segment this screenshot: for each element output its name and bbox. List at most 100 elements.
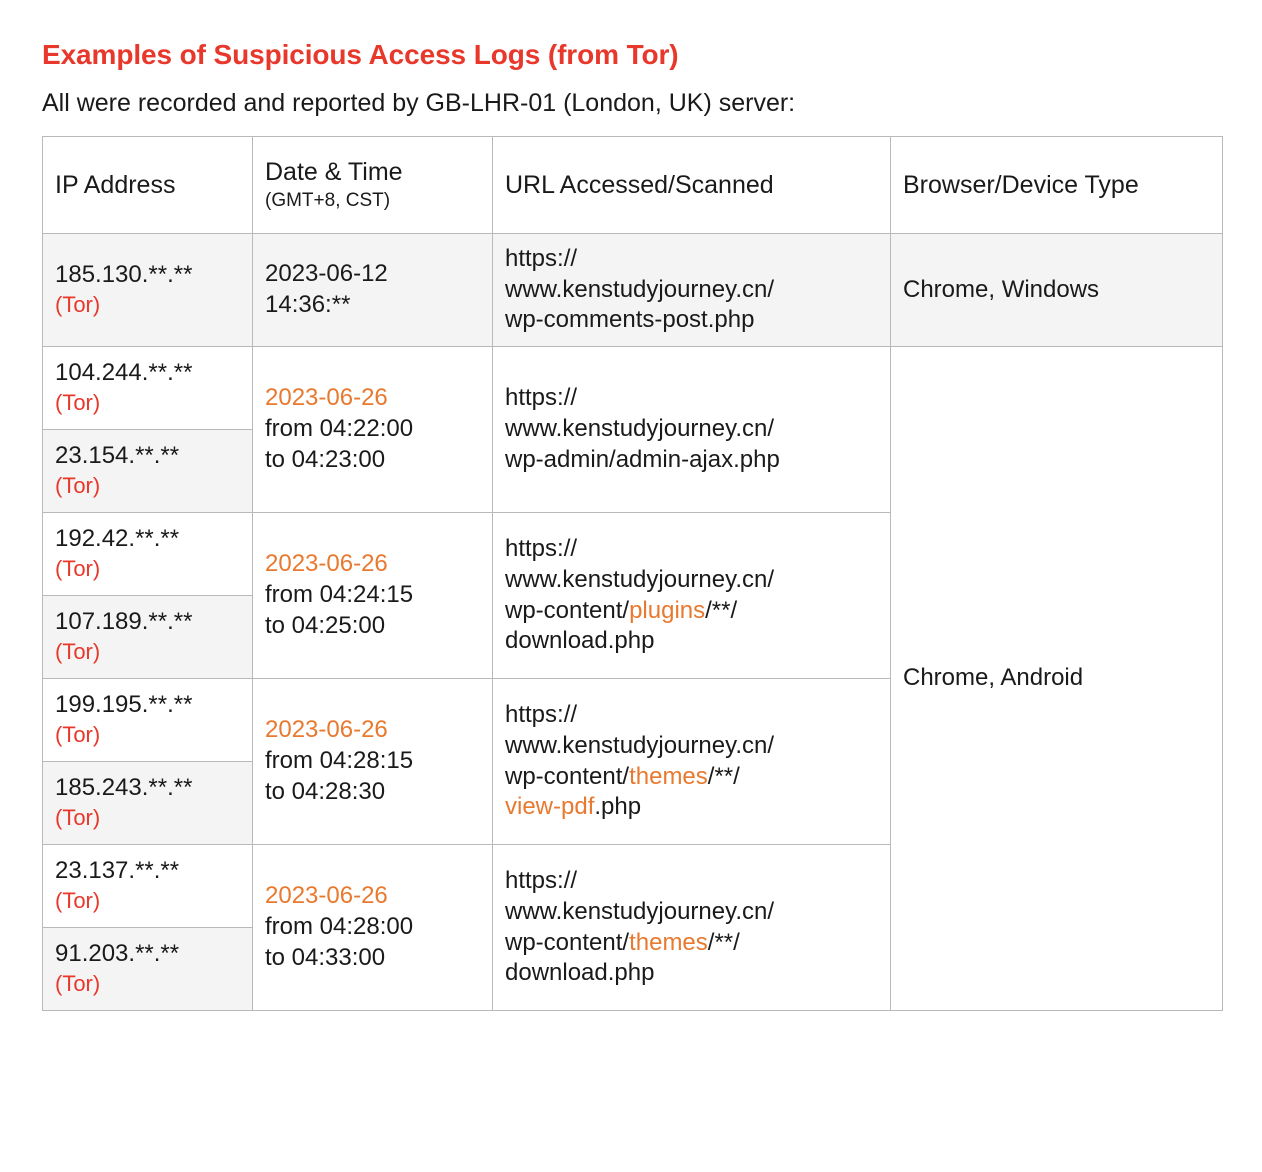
time-value: to 04:33:00: [265, 943, 386, 971]
cell-device-type: Chrome, Windows: [890, 232, 1223, 348]
url-line: wp-content/themes/**/: [505, 928, 878, 959]
tor-badge: (Tor): [55, 888, 101, 914]
url-segment: https://: [505, 244, 578, 272]
time-value: from 04:24:15: [265, 581, 414, 609]
cell-date-time: 2023-06-26 from 04:22:00 to 04:23:00: [252, 346, 493, 513]
cell-ip-address: 107.189.**.** (Tor): [42, 595, 253, 679]
url-segment: download.php: [505, 959, 655, 987]
tor-badge: (Tor): [55, 722, 101, 748]
table-header: IP Address Date & Time (GMT+8, CST) URL …: [42, 135, 1223, 234]
url-segment: .php: [594, 793, 642, 821]
url-line: https://: [505, 700, 878, 731]
tor-badge: (Tor): [55, 473, 101, 499]
url-line: www.kenstudyjourney.cn/: [505, 731, 878, 762]
url-segment: www.kenstudyjourney.cn/: [505, 415, 775, 443]
time-value: to 04:23:00: [265, 445, 386, 473]
url-line: https://: [505, 244, 878, 275]
cell-ip-address: 199.195.**.** (Tor): [42, 678, 253, 762]
url-line: www.kenstudyjourney.cn/: [505, 565, 878, 596]
date-value: 2023-06-26: [265, 550, 388, 578]
url-segment: https://: [505, 867, 578, 895]
url-line: download.php: [505, 958, 878, 989]
ip-address-value: 192.42.**.**: [55, 525, 180, 553]
device-type-value: Chrome, Windows: [903, 275, 1100, 303]
table-row: 185.130.**.** (Tor) 2023-06-12 14:36:** http…: [42, 232, 1223, 348]
url-segment: https://: [505, 384, 578, 412]
column-header-device-label: Browser/Device Type: [903, 170, 1139, 199]
cell-ip-address: 185.243.**.** (Tor): [42, 761, 253, 845]
url-segment: https://: [505, 701, 578, 729]
column-header-url-label: URL Accessed/Scanned: [505, 170, 774, 199]
ip-address-value: 104.244.**.**: [55, 359, 193, 387]
ip-address-value: 107.189.**.**: [55, 608, 193, 636]
column-header-url: URL Accessed/Scanned: [492, 135, 891, 234]
url-segment: https://: [505, 535, 578, 563]
url-segment: wp-content/: [505, 596, 630, 624]
url-highlighted-segment: themes: [629, 928, 708, 956]
url-line: https://: [505, 534, 878, 565]
url-segment: wp-admin/admin-ajax.php: [505, 445, 780, 473]
cell-device-type: Chrome, Android: [890, 346, 1223, 1011]
url-line: www.kenstudyjourney.cn/: [505, 897, 878, 928]
url-line: https://: [505, 383, 878, 414]
column-header-device: Browser/Device Type: [890, 135, 1223, 234]
url-highlighted-segment: view-pdf: [505, 793, 595, 821]
cell-date-time: 2023-06-26 from 04:28:00 to 04:33:00: [252, 844, 493, 1011]
url-segment: wp-content/: [505, 762, 630, 790]
cell-ip-address: 104.244.**.** (Tor): [42, 346, 253, 430]
tor-badge: (Tor): [55, 805, 101, 831]
cell-url: https://www.kenstudyjourney.cn/wp-conten…: [492, 678, 891, 845]
tor-badge: (Tor): [55, 390, 101, 416]
cell-ip-address: 23.154.**.** (Tor): [42, 429, 253, 513]
ip-address-value: 185.243.**.**: [55, 774, 193, 802]
tor-badge: (Tor): [55, 556, 101, 582]
time-value: from 04:28:15: [265, 747, 414, 775]
cell-ip-address: 192.42.**.** (Tor): [42, 512, 253, 596]
page-title: Examples of Suspicious Access Logs (from…: [42, 39, 679, 70]
url-highlighted-segment: plugins: [629, 596, 706, 624]
cell-date-time: 2023-06-26 from 04:24:15 to 04:25:00: [252, 512, 493, 679]
url-segment: www.kenstudyjourney.cn/: [505, 897, 775, 925]
cell-date-time: 2023-06-26 from 04:28:15 to 04:28:30: [252, 678, 493, 845]
url-segment: /**/: [705, 596, 738, 624]
table-body: 185.130.**.** (Tor) 2023-06-12 14:36:** http…: [42, 232, 1223, 1011]
ip-address-value: 199.195.**.**: [55, 691, 193, 719]
ip-address-value: 23.137.**.**: [55, 857, 180, 885]
url-line: wp-comments-post.php: [505, 305, 878, 336]
url-line: download.php: [505, 626, 878, 657]
cell-date-time: 2023-06-12 14:36:**: [252, 232, 493, 348]
tor-badge: (Tor): [55, 971, 101, 997]
time-value: from 04:22:00: [265, 415, 414, 443]
cell-ip-address: 23.137.**.** (Tor): [42, 844, 253, 928]
url-highlighted-segment: themes: [629, 762, 708, 790]
column-header-date-time: Date & Time (GMT+8, CST): [252, 135, 493, 234]
url-segment: wp-content/: [505, 928, 630, 956]
time-value: from 04:28:00: [265, 913, 414, 941]
date-value: 2023-06-12: [265, 260, 388, 288]
column-header-date-time-label: Date & Time: [265, 158, 403, 187]
column-header-ip-address: IP Address: [42, 135, 253, 234]
device-type-value: Chrome, Android: [903, 664, 1084, 692]
url-line: https://: [505, 866, 878, 897]
cell-ip-address: 185.130.**.** (Tor): [42, 232, 253, 348]
cell-url: https:// www.kenstudyjourney.cn/wp-commen…: [492, 232, 891, 348]
cell-url: https://www.kenstudyjourney.cn/wp-conten…: [492, 512, 891, 679]
column-header-ip-address-label: IP Address: [55, 170, 176, 199]
url-line: www.kenstudyjourney.cn/: [505, 275, 878, 306]
url-line: wp-content/plugins/**/: [505, 596, 878, 627]
time-value: 14:36:**: [265, 290, 351, 318]
table-header-row: IP Address Date & Time (GMT+8, CST) URL …: [42, 135, 1223, 234]
tor-badge: (Tor): [55, 292, 101, 318]
suspicious-access-logs-table: IP Address Date & Time (GMT+8, CST) URL …: [42, 135, 1223, 1011]
cell-url: https:// www.kenstudyjourney.cn/wp-admin/…: [492, 346, 891, 513]
table-row: 104.244.**.** (Tor) 2023-06-26 from 04:22:0…: [42, 346, 1223, 1011]
ip-address-value: 23.154.**.**: [55, 442, 180, 470]
url-segment: www.kenstudyjourney.cn/: [505, 565, 775, 593]
url-line: wp-content/themes/**/: [505, 762, 878, 793]
url-segment: /**/: [707, 762, 740, 790]
page-subtitle: All were recorded and reported by GB-LHR…: [42, 88, 796, 117]
time-value: to 04:28:30: [265, 777, 386, 805]
url-segment: www.kenstudyjourney.cn/: [505, 275, 775, 303]
date-value: 2023-06-26: [265, 716, 388, 744]
url-segment: www.kenstudyjourney.cn/: [505, 731, 775, 759]
